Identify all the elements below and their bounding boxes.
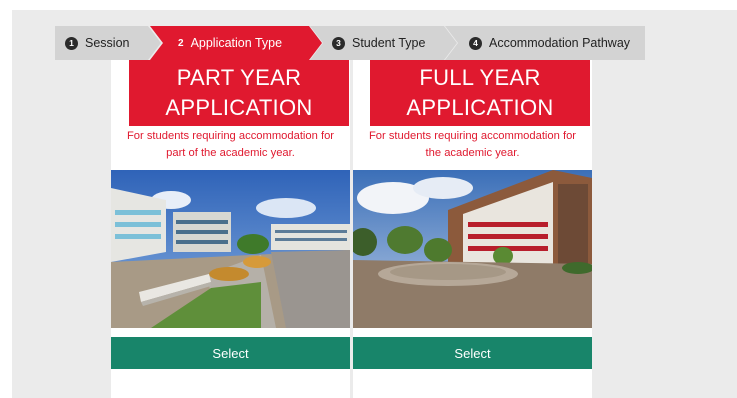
- card-description-line: part of the academic year.: [166, 147, 295, 159]
- card-title-line: APPLICATION: [406, 95, 554, 120]
- step-application-type[interactable]: 2 Application Type: [150, 26, 322, 60]
- card-description: For students requiring accommodation for…: [353, 128, 592, 162]
- step-number-badge: 1: [65, 37, 78, 50]
- step-label: Accommodation Pathway: [489, 36, 631, 50]
- part-year-card: PART YEAR APPLICATION For students requi…: [111, 60, 350, 398]
- card-description-line: the academic year.: [425, 147, 520, 159]
- card-title-line: FULL YEAR: [419, 65, 541, 90]
- residence-plaza-photo: [353, 170, 592, 328]
- step-number-badge: 2: [178, 37, 184, 49]
- step-number-badge: 3: [332, 37, 345, 50]
- card-title-line: APPLICATION: [165, 95, 313, 120]
- card-description-line: For students requiring accommodation for: [126, 130, 335, 142]
- step-number-badge: 4: [469, 36, 482, 50]
- select-part-year-button[interactable]: Select: [111, 337, 350, 369]
- select-full-year-button[interactable]: Select: [353, 337, 592, 369]
- step-label: Student Type: [352, 36, 426, 50]
- full-year-card: FULL YEAR APPLICATION For students requi…: [353, 60, 592, 398]
- card-title: FULL YEAR APPLICATION: [370, 60, 590, 126]
- step-label: Application Type: [190, 36, 283, 50]
- step-session[interactable]: 1 Session: [55, 26, 161, 60]
- card-description: For students requiring accommodation for…: [111, 128, 350, 162]
- step-label: Session: [85, 36, 130, 50]
- card-description-line: For students requiring accommodation for: [368, 130, 577, 142]
- step-student-type[interactable]: 3 Student Type: [310, 26, 457, 60]
- step-accommodation-pathway[interactable]: 4 Accommodation Pathway: [445, 26, 645, 60]
- card-title-line: PART YEAR: [176, 65, 302, 90]
- card-title: PART YEAR APPLICATION: [129, 60, 349, 126]
- campus-courtyard-photo: [111, 170, 350, 328]
